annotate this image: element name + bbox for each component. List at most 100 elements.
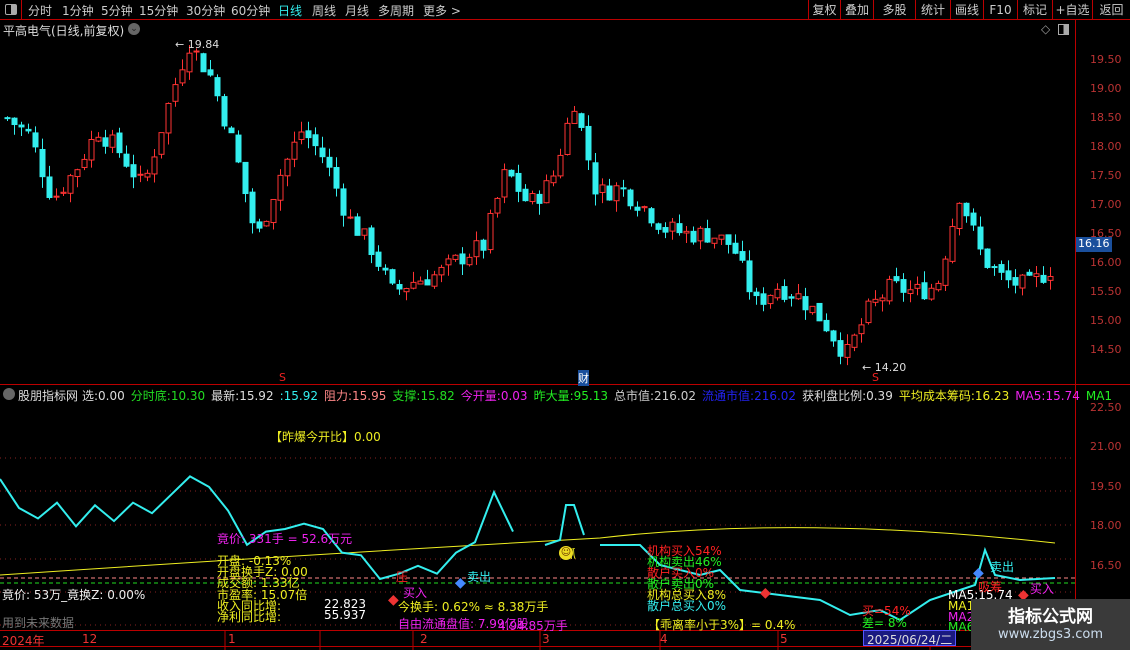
item-value: 0.03 [500,389,528,403]
indicator-header-item: 总市值:216.02 [614,389,696,403]
candle-body [46,176,53,198]
candle-body [1026,271,1033,276]
item-value: 216.02 [754,389,797,403]
candle-body [494,197,501,214]
candle-body [515,172,522,192]
candle-body [32,132,39,148]
sell-diamond-icon: ◆ [455,575,466,591]
candle-body [669,221,676,232]
candle-body [452,254,459,260]
indicator-label-jltb: 净利同比增: [217,610,282,624]
price-axis-label: 19.00 [1090,82,1122,95]
candle-body [529,193,536,203]
indicator-header-item: 支撑:15.82 [392,389,454,403]
candle-body [984,248,991,268]
candle-body [697,227,704,242]
candle-body [375,251,382,267]
current-price-tag: 16.16 [1076,237,1112,252]
price-axis-label: 15.00 [1090,314,1122,327]
indicator-header-item: 平均成本筹码:16.23 [899,389,1009,403]
marker-s: S [279,371,286,384]
candle-body [74,169,81,178]
item-value: 95.13 [573,389,608,403]
indicator-header-item: 分时底:10.30 [131,389,205,403]
watermark: 指标公式网 www.zbgs3.com [971,599,1130,650]
candle-body [410,281,417,289]
candle-body [319,147,326,158]
watermark-url: www.zbgs3.com [997,627,1104,642]
indicator-axis-label: 16.50 [1090,558,1122,572]
time-axis-label: 4 [660,632,668,646]
candle-body [466,256,473,266]
indicator-header-item: :15.92 [280,389,318,403]
candle-body [438,266,445,276]
candle-body [725,234,732,245]
candle-body [88,138,95,161]
candle-body [81,158,88,168]
candle-body [291,141,298,160]
candle-body [277,174,284,201]
marker-cai[interactable]: 财 [578,370,589,386]
candle-body [18,124,25,128]
candle-body [123,153,130,167]
candle-body [963,202,970,217]
indicator-label-shz: 散户总买入0% [647,599,727,613]
item-label: 获利盘比例: [802,389,867,403]
candle-body [382,267,389,271]
candle-body [732,242,739,254]
time-axis-label: 12 [82,632,98,646]
year-label: 2024年 [2,634,45,648]
candle-body [634,206,641,211]
candle-body [774,288,781,299]
item-label: 平均成本筹码: [898,389,975,403]
candle-body [837,340,844,357]
candle-body [802,296,809,311]
candle-body [459,253,466,265]
candle-body [4,117,11,120]
candle-body [53,195,60,198]
candle-body [739,251,746,261]
candle-body [795,293,802,300]
time-axis-label: 3 [542,632,550,646]
candle-body [228,127,235,134]
candle-body [543,180,550,204]
candle-body [851,334,858,348]
indicator-label-zbjk: 【昨爆今开比】0.00 [270,430,381,444]
candle-body [578,113,585,128]
candle-body [557,154,564,177]
cursor-date: 2025/06/24/二 [863,630,957,647]
candle-body [823,319,830,332]
candle-body [970,212,977,226]
candle-body [662,227,669,233]
candle-body [256,221,263,229]
candle-body [676,223,683,234]
candle-body [487,212,494,251]
candle-body [39,149,46,178]
candle-body [1040,274,1047,283]
candle-body [949,226,956,262]
candle-body [116,132,123,154]
candle-body [928,287,935,300]
candle-body [753,291,760,297]
candle-body [109,134,116,148]
candle-body [816,302,823,322]
item-label: 今开量: [460,389,501,403]
candle-body [998,264,1005,273]
item-value: 15.92 [283,389,318,403]
candle-body [900,279,907,293]
candle-body [627,189,634,207]
candle-body [340,188,347,216]
item-value: 15.74 [1045,389,1080,403]
indicator-label-zylb: 4.94.85万手 [498,619,568,633]
indicator-name[interactable]: 股朋指标网 [18,387,78,404]
chevron-down-icon[interactable] [3,388,15,400]
candle-body [711,237,718,244]
candle-body [641,206,648,209]
indicator-axis-label: 19.50 [1090,479,1122,493]
candle-body [25,128,32,132]
candle-body [207,69,214,76]
candle-body [144,172,151,178]
indicator-label-maichu: 卖出 [467,570,492,584]
time-axis-label: 1 [228,632,236,646]
buy-diamond-icon: ◆ [760,585,771,601]
